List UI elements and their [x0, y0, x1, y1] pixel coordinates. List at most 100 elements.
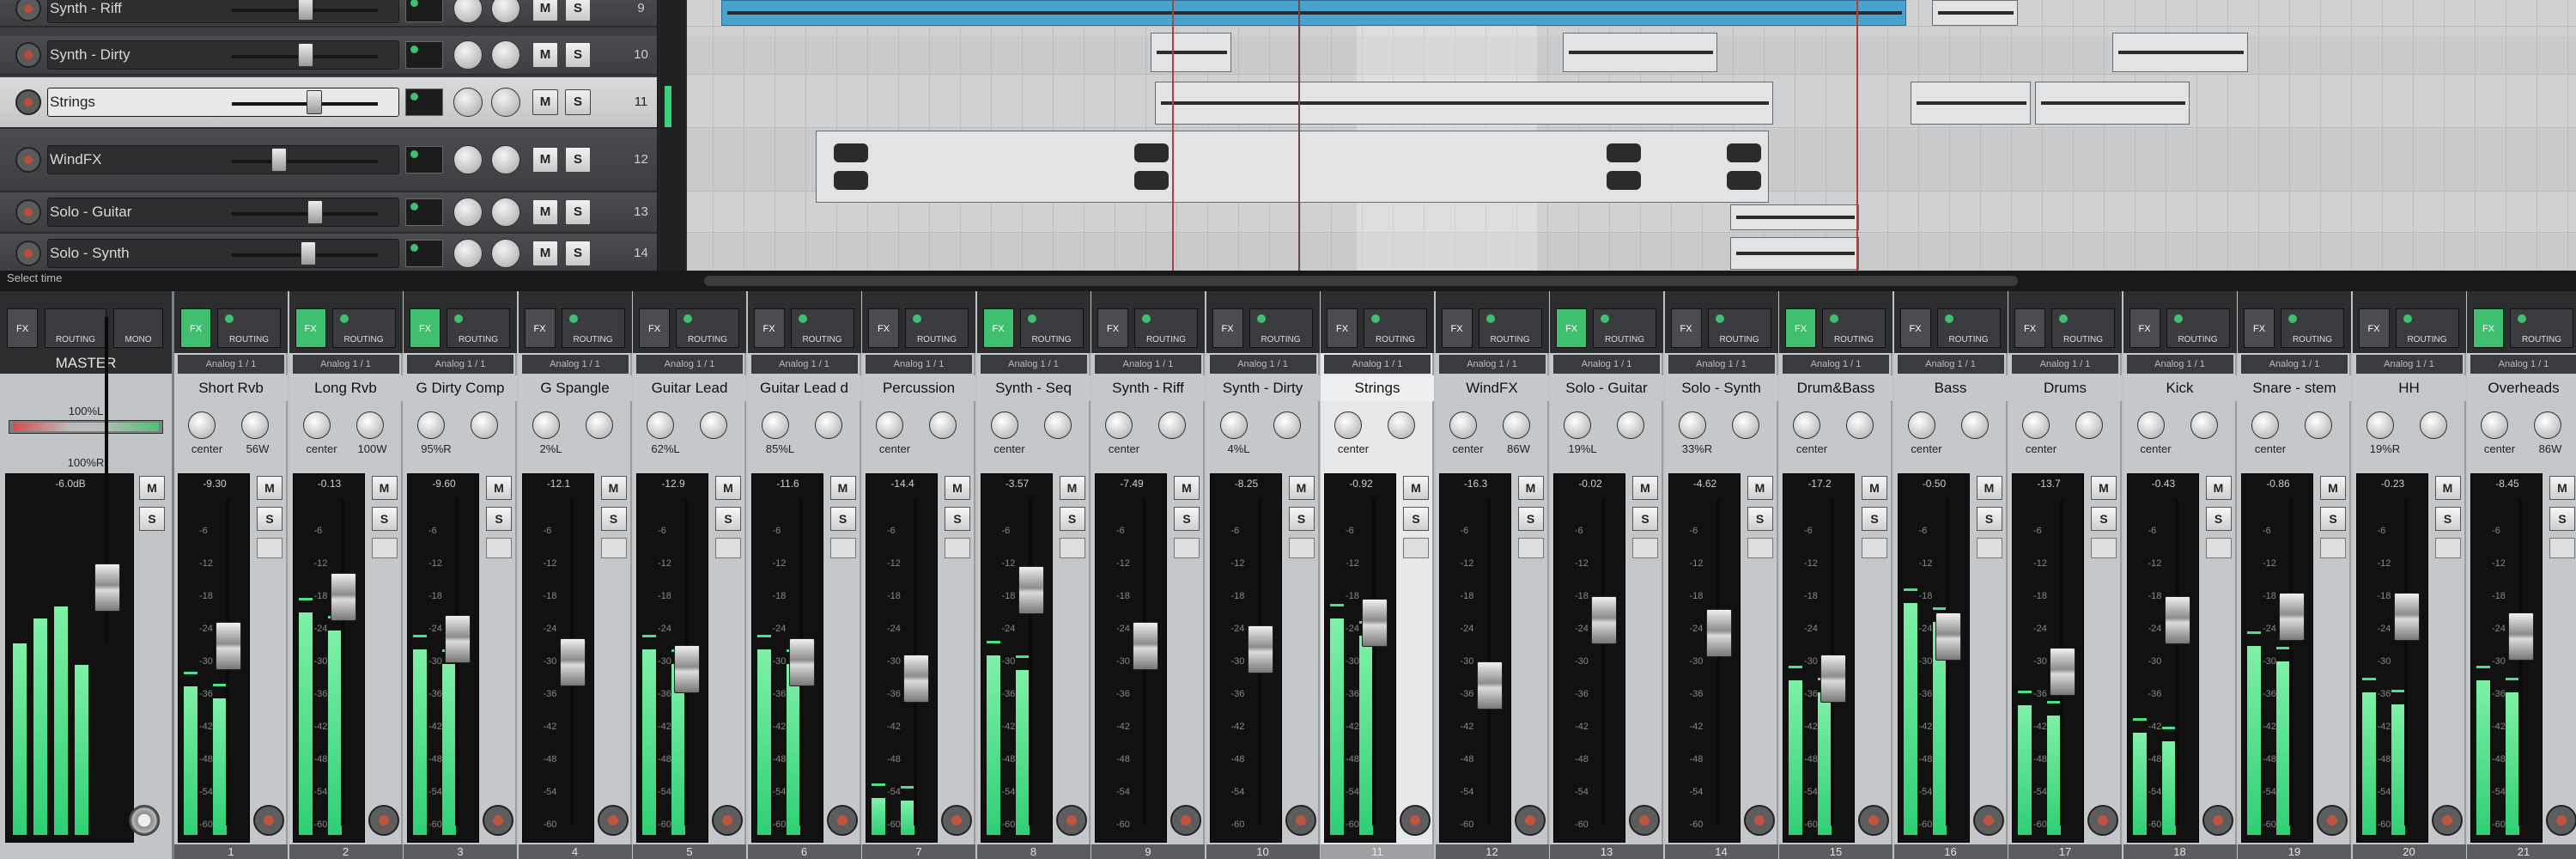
routing-button[interactable]: ROUTING — [1364, 308, 1427, 348]
track-volume-handle[interactable] — [297, 0, 313, 21]
pan-knob[interactable] — [188, 411, 216, 439]
record-arm-icon[interactable] — [2317, 805, 2348, 836]
phase-invert-icon[interactable] — [715, 538, 741, 558]
routing-button[interactable]: ROUTING — [2051, 308, 2115, 348]
phase-invert-icon[interactable] — [2320, 538, 2346, 558]
track-pan-knob[interactable] — [453, 198, 483, 227]
width-knob[interactable] — [2419, 411, 2447, 439]
width-knob[interactable] — [1846, 411, 1874, 439]
mute-button[interactable]: M — [1288, 476, 1315, 500]
record-arm-icon[interactable] — [2087, 805, 2118, 836]
record-arm-icon[interactable] — [1629, 805, 1660, 836]
solo-button[interactable]: S — [1632, 507, 1658, 531]
arrange-view[interactable] — [687, 0, 2576, 271]
mute-button[interactable]: M — [1747, 476, 1773, 500]
input-selector[interactable]: Analog 1 / 1 — [636, 355, 743, 374]
solo-button[interactable]: S — [829, 507, 856, 531]
volume-fader[interactable] — [674, 644, 700, 693]
width-knob[interactable] — [929, 411, 957, 439]
track-solo-button[interactable]: S — [565, 89, 591, 115]
routing-button[interactable]: ROUTING — [1478, 308, 1542, 348]
input-selector[interactable]: Analog 1 / 1 — [292, 355, 399, 374]
width-knob[interactable] — [700, 411, 727, 439]
fx-button[interactable]: FX — [2244, 308, 2275, 348]
record-arm-icon[interactable] — [1400, 805, 1431, 836]
fx-button[interactable]: FX — [982, 308, 1014, 348]
input-selector[interactable]: Analog 1 / 1 — [1553, 355, 1660, 374]
track-volume-handle[interactable] — [306, 90, 322, 114]
phase-invert-icon[interactable] — [600, 538, 627, 558]
pan-knob[interactable] — [302, 411, 331, 439]
input-selector[interactable]: Analog 1 / 1 — [2355, 355, 2463, 374]
master-fx-button[interactable]: FX — [7, 308, 38, 348]
solo-button[interactable]: S — [1517, 507, 1544, 531]
media-item[interactable] — [1730, 237, 1859, 270]
track-width-knob[interactable] — [491, 0, 520, 23]
input-selector[interactable]: Analog 1 / 1 — [2012, 355, 2118, 374]
track-routing-button[interactable] — [405, 88, 443, 116]
master-volume-fader[interactable] — [94, 563, 120, 612]
media-item[interactable] — [1911, 82, 2031, 125]
track-routing-button[interactable] — [405, 240, 443, 267]
volume-fader[interactable] — [1247, 624, 1273, 673]
fx-button[interactable]: FX — [1212, 308, 1243, 348]
record-arm-icon[interactable] — [253, 805, 284, 836]
media-item[interactable] — [1932, 0, 2018, 26]
solo-button[interactable]: S — [371, 507, 398, 531]
solo-button[interactable]: S — [600, 507, 627, 531]
record-arm-icon[interactable] — [1858, 805, 1889, 836]
track-routing-button[interactable] — [405, 198, 443, 226]
input-selector[interactable]: Analog 1 / 1 — [407, 355, 513, 374]
solo-button[interactable]: S — [1174, 507, 1200, 531]
input-selector[interactable]: Analog 1 / 1 — [2470, 355, 2576, 374]
routing-button[interactable]: ROUTING — [447, 308, 510, 348]
fx-button[interactable]: FX — [295, 308, 326, 348]
fx-button[interactable]: FX — [639, 308, 670, 348]
mute-button[interactable]: M — [1862, 476, 1887, 500]
width-knob[interactable] — [1960, 411, 1989, 439]
fx-button[interactable]: FX — [524, 308, 556, 348]
record-arm-icon[interactable] — [826, 805, 858, 836]
fx-button[interactable]: FX — [2473, 308, 2504, 348]
record-arm-icon[interactable] — [1170, 805, 1201, 836]
width-knob[interactable] — [241, 411, 269, 439]
input-selector[interactable]: Analog 1 / 1 — [1897, 355, 2004, 374]
phase-invert-icon[interactable] — [1059, 538, 1085, 558]
media-item[interactable] — [1730, 204, 1859, 230]
phase-invert-icon[interactable] — [1174, 538, 1200, 558]
routing-button[interactable]: ROUTING — [2395, 308, 2459, 348]
phase-invert-icon[interactable] — [2091, 538, 2117, 558]
solo-button[interactable]: S — [2549, 507, 2575, 531]
fx-button[interactable]: FX — [1441, 308, 1473, 348]
fx-button[interactable]: FX — [1899, 308, 1931, 348]
media-item[interactable] — [1151, 33, 1231, 72]
pan-knob[interactable] — [1907, 411, 1935, 439]
record-arm-icon[interactable] — [1514, 805, 1546, 836]
volume-fader[interactable] — [2508, 612, 2534, 661]
media-item[interactable] — [816, 131, 1769, 203]
fx-button[interactable]: FX — [753, 308, 785, 348]
mute-button[interactable]: M — [2434, 476, 2461, 500]
track-solo-button[interactable]: S — [565, 0, 591, 21]
fx-button[interactable]: FX — [1670, 308, 1702, 348]
width-knob[interactable] — [1502, 411, 1530, 439]
phase-invert-icon[interactable] — [486, 538, 512, 558]
phase-invert-icon[interactable] — [829, 538, 856, 558]
track-mute-button[interactable]: M — [532, 0, 558, 21]
record-arm-icon[interactable] — [368, 805, 399, 836]
track-row-6[interactable]: Solo - Synth M S 14 — [0, 234, 657, 275]
record-arm-icon[interactable] — [15, 0, 41, 21]
track-routing-button[interactable] — [405, 146, 443, 174]
track-width-knob[interactable] — [491, 198, 520, 227]
track-panel-scrollbar[interactable] — [659, 0, 685, 271]
track-pan-knob[interactable] — [453, 40, 483, 70]
fx-button[interactable]: FX — [868, 308, 899, 348]
record-arm-icon[interactable] — [597, 805, 629, 836]
width-knob[interactable] — [1617, 411, 1644, 439]
record-arm-icon[interactable] — [1285, 805, 1316, 836]
input-selector[interactable]: Analog 1 / 1 — [980, 355, 1087, 374]
phase-invert-icon[interactable] — [2205, 538, 2232, 558]
record-arm-icon[interactable] — [2431, 805, 2463, 836]
fx-button[interactable]: FX — [2358, 308, 2390, 348]
mute-button[interactable]: M — [1403, 476, 1429, 500]
